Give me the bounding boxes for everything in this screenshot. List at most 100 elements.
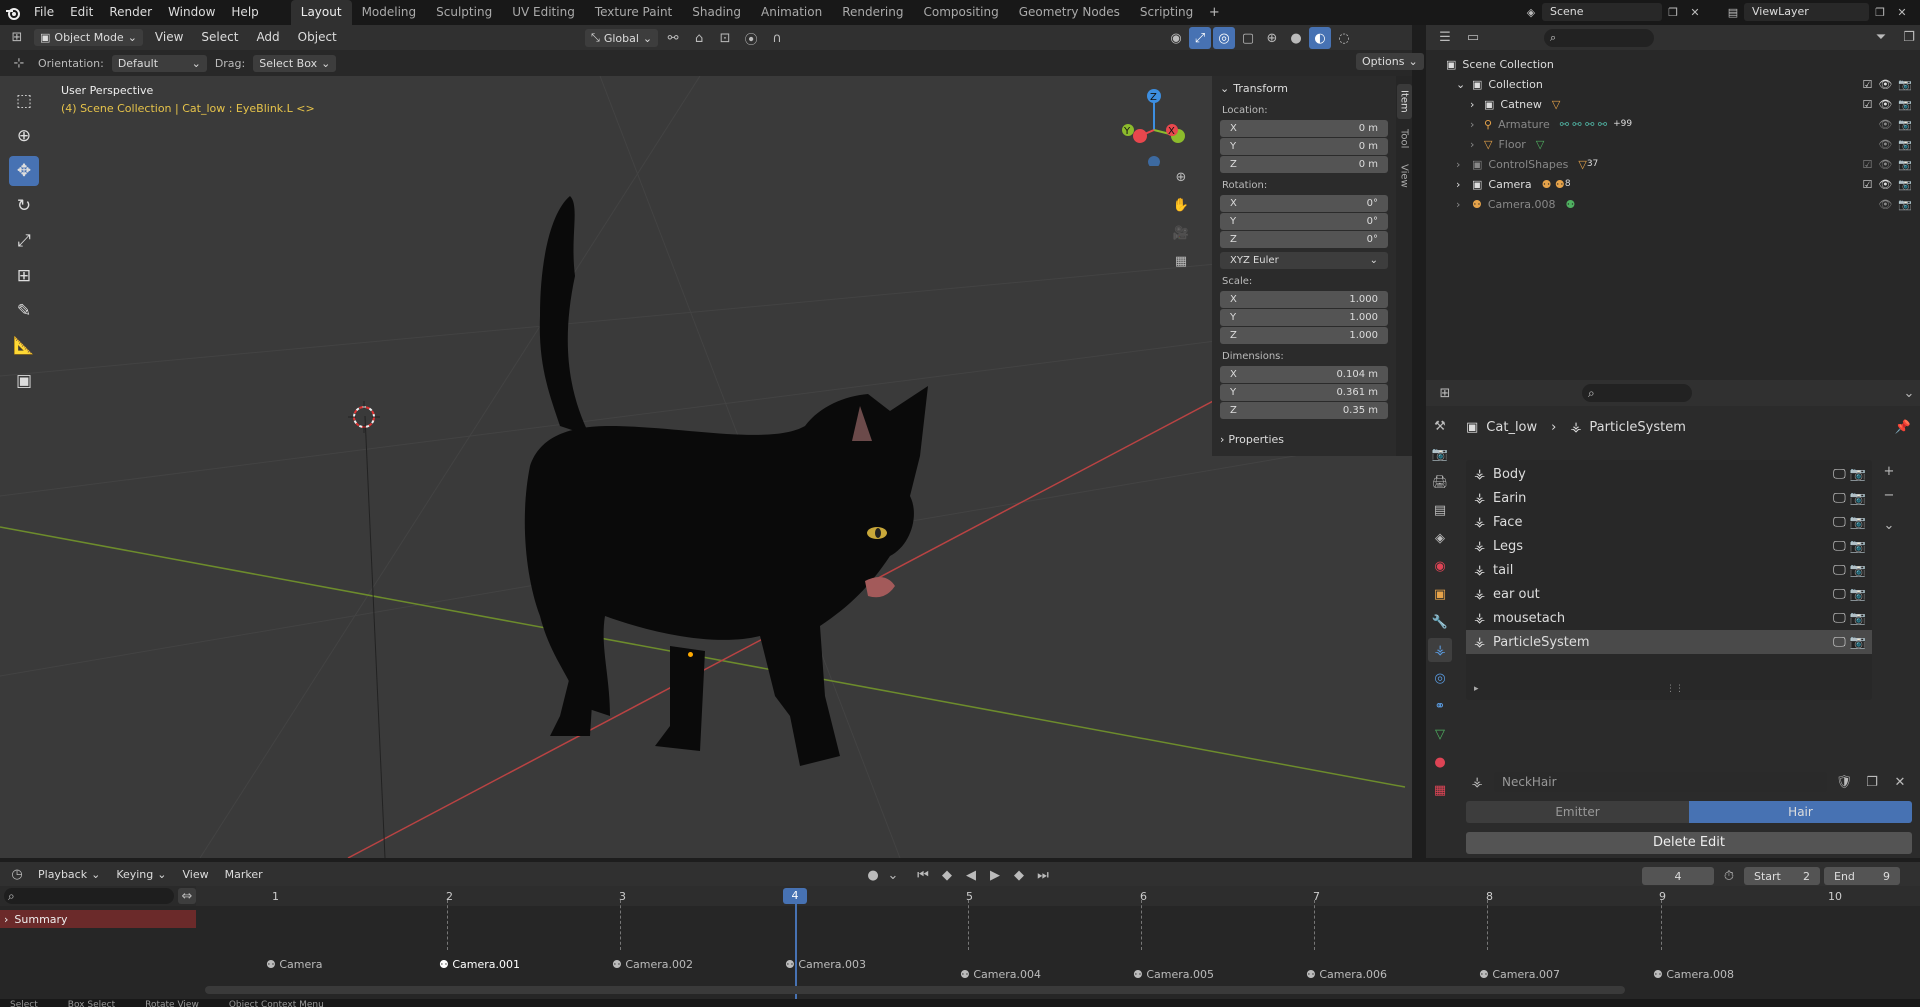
rendered-shading-icon[interactable]: ◌: [1333, 27, 1355, 49]
annotate-tool-icon[interactable]: ✎: [9, 296, 39, 326]
editor-type-icon[interactable]: ⊞: [6, 27, 28, 49]
scale-x-field[interactable]: X 1.000: [1220, 291, 1388, 308]
camera-icon[interactable]: 📷: [1850, 611, 1866, 626]
display-mode-icon[interactable]: ▭: [1462, 27, 1484, 49]
camera-icon[interactable]: 📷: [1898, 78, 1912, 91]
drag-selector[interactable]: Select Box ⌄: [253, 54, 337, 72]
add-workspace-icon[interactable]: +: [1203, 2, 1225, 24]
location-y-field[interactable]: Y 0 m: [1220, 138, 1388, 155]
overlays-icon[interactable]: ◎: [1213, 27, 1235, 49]
data-tab-icon[interactable]: ▽: [1428, 722, 1452, 746]
checkbox-icon[interactable]: ☑: [1862, 98, 1872, 111]
play-icon[interactable]: ▶: [984, 864, 1006, 886]
dimensions-x-field[interactable]: X 0.104 m: [1220, 366, 1388, 383]
location-z-field[interactable]: Z 0 m: [1220, 156, 1388, 173]
camera-marker[interactable]: ⚉ Camera.004: [960, 968, 1041, 981]
view-layer-tab-icon[interactable]: ▤: [1428, 498, 1452, 522]
particles-tab-icon[interactable]: ⚶: [1428, 638, 1452, 662]
monitor-icon[interactable]: 🖵: [1833, 611, 1846, 626]
constraints-tab-icon[interactable]: ⚭: [1428, 694, 1452, 718]
visibility-icon[interactable]: ◉: [1165, 27, 1187, 49]
tab-shading[interactable]: Shading: [682, 0, 751, 25]
monitor-icon[interactable]: 🖵: [1833, 563, 1846, 578]
list-item[interactable]: ⚶ Face 🖵 📷: [1466, 510, 1872, 534]
camera-marker[interactable]: ⚉ Camera.001: [439, 958, 520, 971]
camera-icon[interactable]: 📷: [1898, 98, 1912, 111]
render-tab-icon[interactable]: 📷: [1428, 442, 1452, 466]
timeline-area[interactable]: ⌕ ⇔ › Summary 1 2 3 4 5 6 7 8 9 10: [0, 886, 1920, 1004]
resize-handle-icon[interactable]: ⋮⋮: [1666, 684, 1684, 694]
monitor-icon[interactable]: 🖵: [1833, 467, 1846, 482]
viewlayer-name-field[interactable]: ViewLayer: [1744, 3, 1869, 21]
scene-name-field[interactable]: Scene: [1542, 3, 1662, 21]
camera-icon[interactable]: 📷: [1898, 198, 1912, 211]
timeline-editor-icon[interactable]: ◷: [6, 863, 28, 885]
summary-channel[interactable]: › Summary: [0, 910, 196, 928]
blender-logo-icon[interactable]: [0, 2, 26, 24]
channel-search-input[interactable]: ⌕: [4, 888, 174, 904]
menu-help[interactable]: Help: [223, 0, 266, 25]
camera-marker[interactable]: ⚉ Camera: [266, 958, 323, 971]
camera-icon[interactable]: 📷: [1850, 587, 1866, 602]
rotation-z-field[interactable]: Z 0°: [1220, 231, 1388, 248]
stopwatch-icon[interactable]: ⏱: [1718, 865, 1740, 887]
location-x-field[interactable]: X 0 m: [1220, 120, 1388, 137]
jump-end-icon[interactable]: ⏭: [1032, 864, 1054, 886]
delete-scene-icon[interactable]: ✕: [1684, 1, 1706, 23]
close-icon[interactable]: ✕: [1889, 771, 1911, 793]
rotation-y-field[interactable]: Y 0°: [1220, 213, 1388, 230]
tab-uv-editing[interactable]: UV Editing: [502, 0, 585, 25]
scene-tab-icon[interactable]: ◈: [1428, 526, 1452, 550]
tab-view[interactable]: View: [1397, 158, 1412, 194]
scale-z-field[interactable]: Z 1.000: [1220, 327, 1388, 344]
scale-tool-icon[interactable]: ⤢: [9, 226, 39, 256]
camera-marker[interactable]: ⚉ Camera.006: [1306, 968, 1387, 981]
list-item[interactable]: ⚶ Earin 🖵 📷: [1466, 486, 1872, 510]
3d-cursor-icon[interactable]: [348, 401, 380, 433]
transform-tool-icon[interactable]: ⊞: [9, 261, 39, 291]
move-tool-icon[interactable]: ✥: [9, 156, 39, 186]
keying-menu[interactable]: Keying ⌄: [110, 866, 172, 883]
select-box-tool-icon[interactable]: ⬚: [9, 86, 39, 116]
camera-icon[interactable]: 📷: [1850, 539, 1866, 554]
camera-marker[interactable]: ⚉ Camera.007: [1479, 968, 1560, 981]
wireframe-shading-icon[interactable]: ⊕: [1261, 27, 1283, 49]
pivot-point-icon[interactable]: ⚯: [662, 27, 684, 49]
eye-icon[interactable]: 👁: [1878, 158, 1892, 171]
rotate-tool-icon[interactable]: ↻: [9, 191, 39, 221]
transform-section-header[interactable]: ⌄ Transform: [1220, 82, 1388, 95]
tab-compositing[interactable]: Compositing: [913, 0, 1008, 25]
tab-scripting[interactable]: Scripting: [1130, 0, 1203, 25]
checkbox-icon[interactable]: ☑: [1862, 178, 1872, 191]
properties-section-header[interactable]: › Properties: [1220, 433, 1388, 446]
tab-animation[interactable]: Animation: [751, 0, 832, 25]
particle-settings-icon[interactable]: ⚶: [1466, 771, 1488, 793]
monitor-icon[interactable]: 🖵: [1833, 587, 1846, 602]
outliner-root[interactable]: ▣ Scene Collection: [1446, 54, 1920, 74]
outliner-item[interactable]: › ▣ ControlShapes ▽ 37 ☑ 👁 📷: [1446, 154, 1920, 174]
camera-view-icon[interactable]: 🎥: [1170, 222, 1192, 244]
orientation-selector[interactable]: Default ⌄: [111, 54, 207, 72]
new-scene-icon[interactable]: ❐: [1662, 1, 1684, 23]
camera-icon[interactable]: 📷: [1898, 178, 1912, 191]
material-tab-icon[interactable]: ●: [1428, 750, 1452, 774]
monitor-icon[interactable]: 🖵: [1833, 491, 1846, 506]
viewlayer-icon[interactable]: ▤: [1722, 1, 1744, 23]
viewport-menu-select[interactable]: Select: [195, 25, 244, 50]
play-reverse-icon[interactable]: ◀: [960, 864, 982, 886]
new-collection-icon[interactable]: ❐: [1898, 27, 1920, 49]
camera-marker[interactable]: ⚉ Camera.005: [1133, 968, 1214, 981]
physics-tab-icon[interactable]: ◎: [1428, 666, 1452, 690]
outliner-item[interactable]: › ▣ Catnew ▽ ☑ 👁 📷: [1446, 94, 1920, 114]
tab-item[interactable]: Item: [1396, 84, 1412, 119]
xray-icon[interactable]: ▢: [1237, 27, 1259, 49]
current-frame-indicator[interactable]: 4: [783, 888, 807, 904]
add-icon[interactable]: +: [1878, 460, 1900, 482]
end-frame-field[interactable]: End 9: [1824, 867, 1900, 885]
list-item-selected[interactable]: ⚶ ParticleSystem 🖵 📷: [1466, 630, 1872, 654]
camera-marker[interactable]: ⚉ Camera.002: [612, 958, 693, 971]
tab-tool[interactable]: Tool: [1397, 123, 1412, 154]
tab-geometry-nodes[interactable]: Geometry Nodes: [1009, 0, 1130, 25]
delete-edit-button[interactable]: Delete Edit: [1466, 832, 1912, 854]
emitter-button[interactable]: Emitter: [1466, 801, 1689, 823]
